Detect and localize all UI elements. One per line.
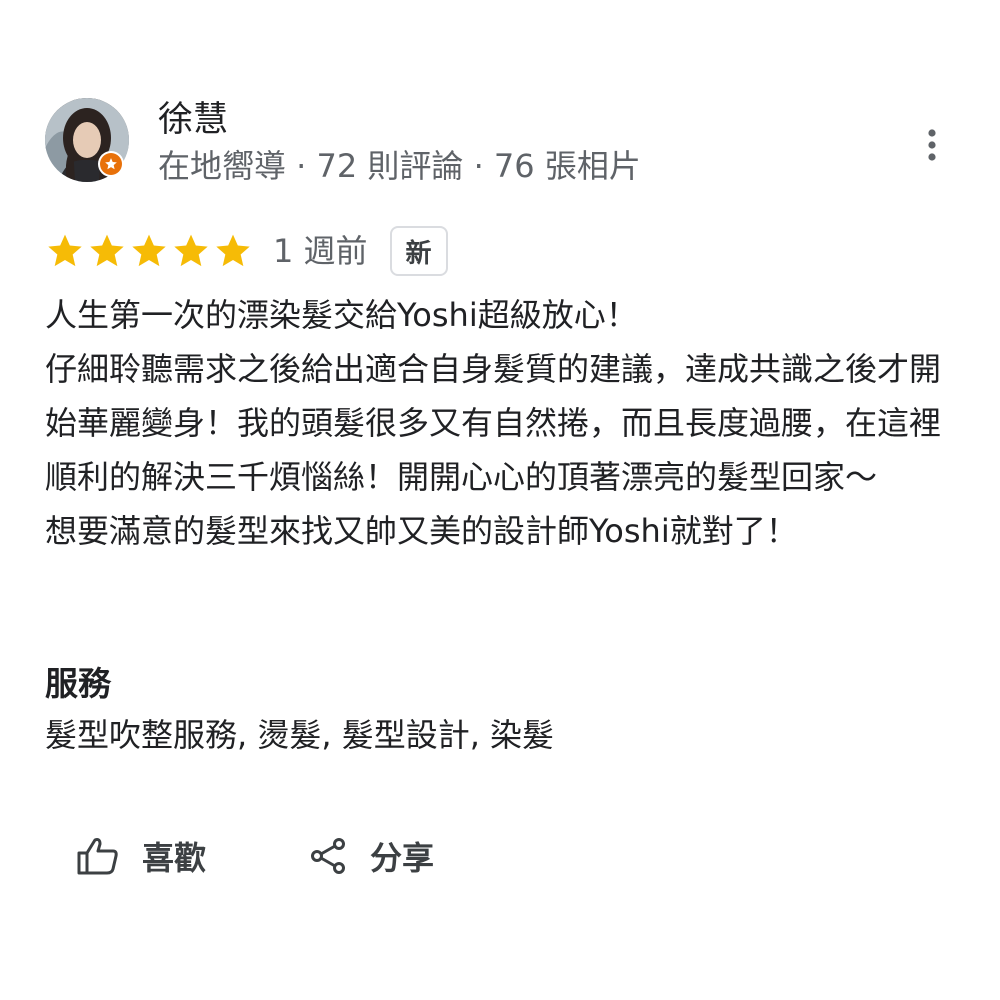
- reviewer-avatar[interactable]: [45, 98, 129, 182]
- star-icon: [48, 234, 82, 267]
- review-card: 徐慧 在地嚮導 · 72 則評論 · 76 張相片 1 週前 新 人生第一次的漂…: [0, 0, 1000, 1000]
- reviewer-name[interactable]: 徐慧: [158, 98, 228, 142]
- review-text: 人生第一次的漂染髮交給Yoshi超級放心！ 仔細聆聽需求之後給出適合自身髮質的建…: [45, 288, 960, 558]
- star-icon: [132, 234, 166, 267]
- more-options-button[interactable]: [912, 125, 952, 165]
- star-icon: [174, 234, 208, 267]
- local-guide-badge: [98, 151, 124, 177]
- rating-row: 1 週前 新: [45, 224, 448, 278]
- like-button[interactable]: 喜歡: [76, 828, 206, 884]
- star-icon: [90, 234, 124, 267]
- star-icon: [216, 234, 250, 267]
- share-label: 分享: [370, 839, 435, 877]
- services-list: 髮型吹整服務, 燙髮, 髮型設計, 染髮: [45, 716, 555, 754]
- review-time: 1 週前: [273, 232, 368, 270]
- review-line: 人生第一次的漂染髮交給Yoshi超級放心！: [45, 296, 638, 334]
- local-guide-icon: [100, 153, 122, 175]
- share-button[interactable]: 分享: [308, 828, 434, 884]
- new-badge: 新: [389, 226, 448, 276]
- review-line: 想要滿意的髮型來找又帥又美的設計師Yoshi就對了！: [45, 512, 798, 550]
- star-rating: [45, 231, 253, 271]
- more-vert-icon: [928, 129, 936, 161]
- review-line: 仔細聆聽需求之後給出適合自身髮質的建議，達成共識之後才開始華麗變身！我的頭髮很多…: [45, 350, 942, 496]
- services-heading: 服務: [45, 664, 111, 703]
- like-label: 喜歡: [142, 839, 207, 877]
- thumb-up-icon: [77, 838, 118, 875]
- share-icon: [311, 838, 345, 874]
- reviewer-meta: 在地嚮導 · 72 則評論 · 76 張相片: [158, 147, 641, 185]
